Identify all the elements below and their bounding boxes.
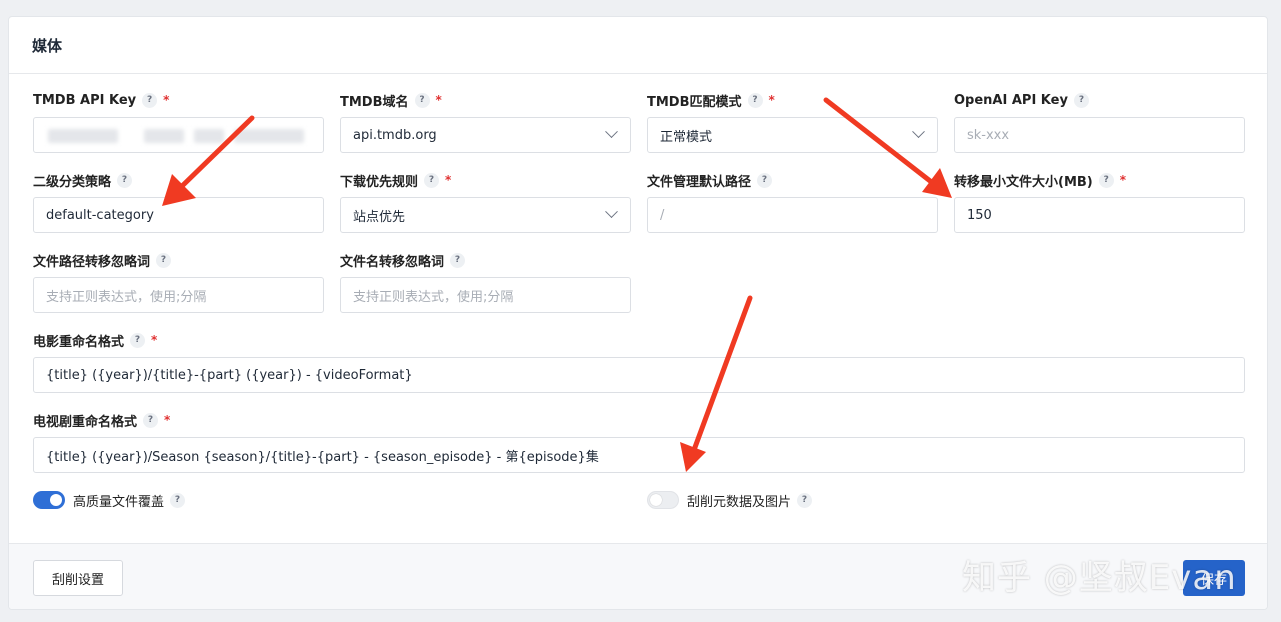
help-icon[interactable]: ?: [1073, 92, 1089, 108]
section-title: 媒体: [32, 36, 63, 55]
required-mark: *: [435, 93, 442, 107]
help-icon[interactable]: ?: [450, 252, 466, 268]
download-priority-label: 下载优先规则 ? *: [340, 172, 452, 190]
media-settings-card: 媒体 TMDB API Key ? * TMDB域名 ? * api.tmdb.…: [8, 16, 1268, 610]
tmdb-api-key-label: TMDB API Key ? *: [33, 92, 170, 108]
help-icon[interactable]: ?: [117, 172, 133, 188]
help-icon[interactable]: ?: [797, 492, 813, 508]
scrape-settings-button[interactable]: 刮削设置: [33, 560, 123, 596]
help-icon[interactable]: ?: [747, 92, 763, 108]
help-icon[interactable]: ?: [414, 92, 430, 108]
filename-ignore-words-label: 文件名转移忽略词 ?: [340, 251, 466, 270]
filename-ignore-words-input[interactable]: 支持正则表达式，使用;分隔: [340, 277, 631, 313]
card-header: 媒体: [9, 17, 1267, 74]
chevron-down-icon: [605, 125, 618, 139]
scrape-metadata-label: 刮削元数据及图片 ?: [687, 491, 813, 510]
help-icon[interactable]: ?: [170, 492, 186, 508]
file-default-path-input[interactable]: /: [647, 197, 938, 233]
tv-rename-format-input[interactable]: {title} ({year})/Season {season}/{title}…: [33, 437, 1245, 473]
redacted-key: [234, 129, 304, 143]
help-icon[interactable]: ?: [130, 332, 146, 348]
file-default-path-label: 文件管理默认路径 ?: [647, 171, 773, 190]
required-mark: *: [1119, 173, 1127, 187]
path-ignore-words-input[interactable]: 支持正则表达式，使用;分隔: [33, 277, 324, 313]
tmdb-domain-select[interactable]: api.tmdb.org: [340, 117, 631, 153]
tmdb-domain-label: TMDB域名 ? *: [340, 92, 442, 110]
openai-api-key-label: OpenAI API Key ?: [954, 91, 1089, 109]
min-transfer-size-input[interactable]: 150: [954, 197, 1245, 233]
redacted-key: [194, 129, 224, 143]
required-mark: *: [163, 93, 170, 107]
help-icon[interactable]: ?: [757, 172, 773, 188]
help-icon[interactable]: ?: [424, 172, 440, 188]
category-policy-label: 二级分类策略 ?: [33, 171, 133, 190]
help-icon[interactable]: ?: [142, 92, 158, 108]
chevron-down-icon: [605, 205, 618, 219]
required-mark: *: [445, 173, 452, 187]
openai-api-key-input[interactable]: sk-xxx: [954, 117, 1245, 153]
required-mark: *: [151, 333, 158, 347]
movie-rename-format-label: 电影重命名格式 ? *: [33, 332, 158, 350]
help-icon[interactable]: ?: [156, 252, 172, 268]
required-mark: *: [768, 93, 775, 107]
download-priority-select[interactable]: 站点优先: [340, 197, 631, 233]
min-transfer-size-label: 转移最小文件大小(MB) ? *: [954, 172, 1127, 190]
required-mark: *: [164, 413, 171, 427]
help-icon[interactable]: ?: [143, 412, 159, 428]
hq-overwrite-label: 高质量文件覆盖 ?: [73, 491, 186, 510]
movie-rename-format-input[interactable]: {title} ({year})/{title}-{part} ({year})…: [33, 357, 1245, 393]
tmdb-api-key-input[interactable]: [33, 117, 324, 153]
toggle-knob: [650, 494, 662, 506]
tmdb-match-mode-select[interactable]: 正常模式: [647, 117, 938, 153]
help-icon[interactable]: ?: [1098, 172, 1114, 188]
category-policy-input[interactable]: default-category: [33, 197, 324, 233]
path-ignore-words-label: 文件路径转移忽略词 ?: [33, 251, 172, 270]
scrape-metadata-toggle[interactable]: [647, 491, 679, 509]
tv-rename-format-label: 电视剧重命名格式 ? *: [33, 412, 171, 430]
redacted-key: [48, 129, 118, 143]
redacted-key: [144, 129, 184, 143]
toggle-knob: [50, 494, 62, 506]
hq-overwrite-toggle[interactable]: [33, 491, 65, 509]
tmdb-match-mode-label: TMDB匹配模式 ? *: [647, 92, 775, 110]
watermark: 知乎 @坚叔Evan: [962, 558, 1237, 598]
chevron-down-icon: [912, 125, 925, 139]
